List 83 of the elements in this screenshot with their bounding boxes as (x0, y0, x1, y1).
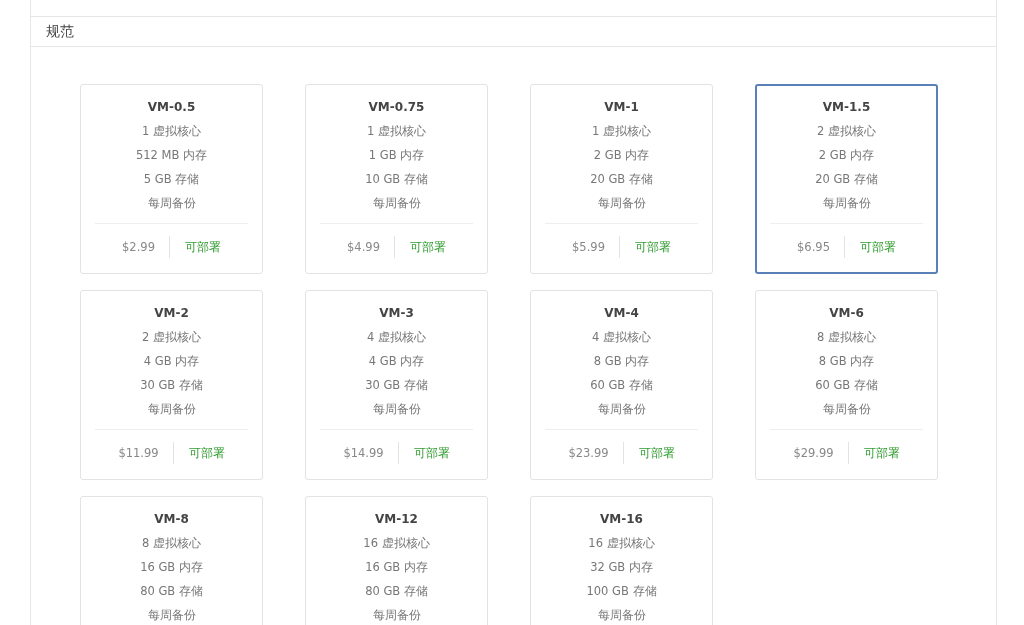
plan-card[interactable]: VM-1 1 虚拟核心 2 GB 内存 20 GB 存储 每周备份 $5.99 可部署 (530, 84, 713, 274)
plan-spec: 8 虚拟核心 (142, 535, 201, 551)
plan-spec: 2 虚拟核心 (817, 123, 876, 139)
plan-status: 可部署 (862, 444, 900, 462)
plan-name: VM-12 (375, 511, 418, 527)
plan-spec: 2 GB 内存 (593, 147, 650, 163)
plan-name: VM-16 (600, 511, 643, 527)
plan-card[interactable]: VM-16 16 虚拟核心 32 GB 内存 100 GB 存储 每周备份 (530, 496, 713, 625)
plan-status: 可部署 (187, 444, 225, 462)
plan-card[interactable]: VM-2 2 虚拟核心 4 GB 内存 30 GB 存储 每周备份 $11.99 可部署 (80, 290, 263, 480)
plan-price: $5.99 (572, 236, 620, 258)
plan-spec: 每周备份 (372, 195, 421, 211)
plan-spec: 80 GB 存储 (365, 583, 428, 599)
plan-price: $14.99 (343, 442, 399, 464)
plan-card[interactable]: VM-0.75 1 虚拟核心 1 GB 内存 10 GB 存储 每周备份 $4.99 可部署 (305, 84, 488, 274)
plan-spec: 每周备份 (597, 401, 646, 417)
plan-status: 可部署 (633, 238, 671, 256)
plan-name: VM-3 (379, 305, 414, 321)
plan-spec: 32 GB 内存 (590, 559, 653, 575)
plan-spec: 8 GB 内存 (593, 353, 650, 369)
plan-spec: 每周备份 (147, 401, 196, 417)
section-title: 规范 (46, 22, 74, 41)
plan-spec: 每周备份 (372, 401, 421, 417)
plan-spec: 1 GB 内存 (368, 147, 425, 163)
plan-name: VM-2 (154, 305, 189, 321)
plan-spec: 每周备份 (597, 195, 646, 211)
plan-name: VM-4 (604, 305, 639, 321)
plan-spec: 1 虚拟核心 (367, 123, 426, 139)
plan-spec: 8 虚拟核心 (817, 329, 876, 345)
plan-card[interactable]: VM-3 4 虚拟核心 4 GB 内存 30 GB 存储 每周备份 $14.99 可部署 (305, 290, 488, 480)
plan-spec: 16 GB 内存 (140, 559, 203, 575)
plan-spec: 30 GB 存储 (140, 377, 203, 393)
plan-price: $4.99 (347, 236, 395, 258)
plan-spec: 1 虚拟核心 (142, 123, 201, 139)
plan-spec: 16 虚拟核心 (363, 535, 430, 551)
plan-spec: 2 虚拟核心 (142, 329, 201, 345)
plan-spec: 4 GB 内存 (368, 353, 425, 369)
plan-spec: 4 虚拟核心 (367, 329, 426, 345)
plan-spec: 每周备份 (597, 607, 646, 623)
plan-card[interactable]: VM-12 16 虚拟核心 16 GB 内存 80 GB 存储 每周备份 (305, 496, 488, 625)
plan-spec: 8 GB 内存 (818, 353, 875, 369)
plan-spec: 20 GB 存储 (590, 171, 653, 187)
plan-spec: 512 MB 内存 (135, 147, 208, 163)
plan-spec: 80 GB 存储 (140, 583, 203, 599)
plan-card[interactable]: VM-0.5 1 虚拟核心 512 MB 内存 5 GB 存储 每周备份 $2.99 可部署 (80, 84, 263, 274)
plan-status: 可部署 (408, 238, 446, 256)
plan-price: $11.99 (118, 442, 174, 464)
plan-spec: 100 GB 存储 (586, 583, 657, 599)
plan-card[interactable]: VM-1.5 2 虚拟核心 2 GB 内存 20 GB 存储 每周备份 $6.95 可部署 (755, 84, 938, 274)
plan-spec: 每周备份 (822, 195, 871, 211)
plan-price: $29.99 (793, 442, 849, 464)
plan-name: VM-6 (829, 305, 864, 321)
plan-spec: 每周备份 (372, 607, 421, 623)
plan-status: 可部署 (183, 238, 221, 256)
plan-spec: 16 GB 内存 (365, 559, 428, 575)
plan-spec: 每周备份 (147, 195, 196, 211)
plan-status: 可部署 (858, 238, 896, 256)
plan-spec: 20 GB 存储 (815, 171, 878, 187)
plan-spec: 1 虚拟核心 (592, 123, 651, 139)
plan-name: VM-8 (154, 511, 189, 527)
plan-spec: 16 虚拟核心 (588, 535, 655, 551)
plan-price: $23.99 (568, 442, 624, 464)
plan-spec: 4 GB 内存 (143, 353, 200, 369)
plan-name: VM-0.5 (147, 99, 196, 115)
plan-card[interactable]: VM-6 8 虚拟核心 8 GB 内存 60 GB 存储 每周备份 $29.99 可部署 (755, 290, 938, 480)
plan-name: VM-1 (604, 99, 639, 115)
plan-spec: 60 GB 存储 (815, 377, 878, 393)
plan-card[interactable]: VM-4 4 虚拟核心 8 GB 内存 60 GB 存储 每周备份 $23.99 可部署 (530, 290, 713, 480)
plan-price: $6.95 (797, 236, 845, 258)
plan-spec: 60 GB 存储 (590, 377, 653, 393)
plan-spec: 10 GB 存储 (365, 171, 428, 187)
plan-spec: 每周备份 (147, 607, 196, 623)
plan-status: 可部署 (412, 444, 450, 462)
plan-name: VM-1.5 (822, 99, 871, 115)
plan-spec: 每周备份 (822, 401, 871, 417)
plan-status: 可部署 (637, 444, 675, 462)
plan-spec: 4 虚拟核心 (592, 329, 651, 345)
plan-spec: 30 GB 存储 (365, 377, 428, 393)
plan-spec: 2 GB 内存 (818, 147, 875, 163)
plan-price: $2.99 (122, 236, 170, 258)
plan-card[interactable]: VM-8 8 虚拟核心 16 GB 内存 80 GB 存储 每周备份 (80, 496, 263, 625)
plan-name: VM-0.75 (368, 99, 425, 115)
plan-spec: 5 GB 存储 (143, 171, 200, 187)
